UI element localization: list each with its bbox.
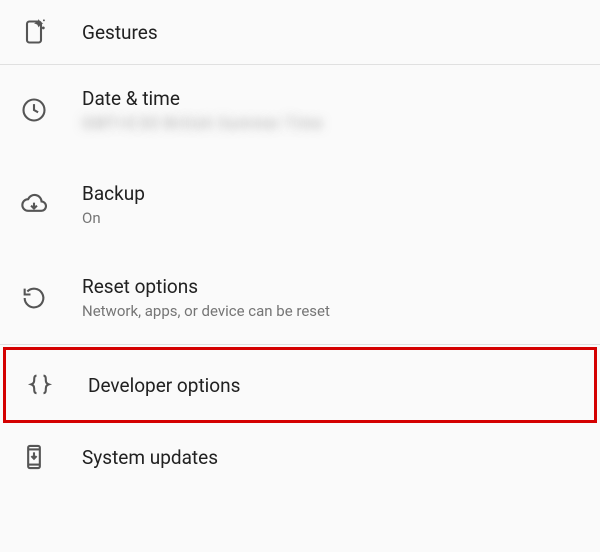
- settings-item-gestures[interactable]: Gestures: [0, 0, 600, 64]
- settings-list: Gestures Date & time GMT+0:00 British Su…: [0, 0, 600, 489]
- divider: [0, 344, 600, 345]
- gestures-icon: [20, 18, 82, 46]
- item-text: Date & time GMT+0:00 British Summer Time: [82, 87, 323, 132]
- clock-icon: [20, 96, 82, 124]
- system-update-icon: [20, 443, 82, 471]
- item-title: Gestures: [82, 21, 158, 44]
- item-subtitle: On: [82, 209, 145, 227]
- settings-item-updates[interactable]: System updates: [0, 425, 600, 489]
- highlight-box: Developer options: [3, 347, 597, 423]
- settings-item-reset[interactable]: Reset options Network, apps, or device c…: [0, 251, 600, 344]
- settings-item-backup[interactable]: Backup On: [0, 158, 600, 251]
- item-title: Developer options: [88, 374, 240, 397]
- cloud-download-icon: [20, 191, 82, 219]
- item-title: Backup: [82, 182, 145, 205]
- item-title: Reset options: [82, 275, 330, 298]
- item-text: Reset options Network, apps, or device c…: [82, 275, 330, 320]
- item-subtitle-redacted: GMT+0:00 British Summer Time: [82, 114, 323, 132]
- settings-item-datetime[interactable]: Date & time GMT+0:00 British Summer Time: [0, 65, 600, 158]
- item-title: Date & time: [82, 87, 323, 110]
- item-text: Developer options: [88, 374, 240, 397]
- item-title: System updates: [82, 446, 218, 469]
- item-text: Gestures: [82, 21, 158, 44]
- braces-icon: [26, 371, 88, 399]
- item-text: Backup On: [82, 182, 145, 227]
- item-subtitle: Network, apps, or device can be reset: [82, 302, 330, 320]
- reset-icon: [20, 284, 82, 312]
- settings-item-developer[interactable]: Developer options: [6, 350, 594, 420]
- item-text: System updates: [82, 446, 218, 469]
